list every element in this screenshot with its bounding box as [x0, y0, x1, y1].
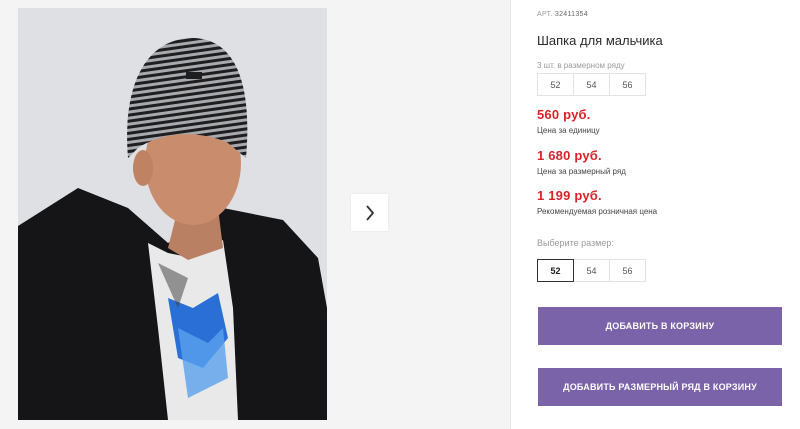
add-size-set-to-cart-button[interactable]: ДОБАВИТЬ РАЗМЕРНЫЙ РЯД В КОРЗИНУ — [538, 368, 782, 406]
next-image-button[interactable] — [351, 194, 388, 231]
product-photo-image — [18, 8, 327, 420]
set-price: 1 680 руб. — [537, 148, 602, 163]
size-option-52[interactable]: 52 — [537, 259, 574, 282]
add-to-cart-button[interactable]: ДОБАВИТЬ В КОРЗИНУ — [538, 307, 782, 345]
chevron-right-icon — [365, 204, 374, 221]
set-size-52: 52 — [537, 73, 574, 96]
retail-price: 1 199 руб. — [537, 188, 602, 203]
unit-price-label: Цена за единицу — [537, 126, 600, 135]
size-selector: 52 54 56 — [537, 259, 646, 282]
divider — [510, 0, 511, 429]
product-gallery — [0, 0, 510, 429]
product-photo — [18, 8, 327, 420]
set-size-56: 56 — [609, 73, 646, 96]
choose-size-label: Выберите размер: — [537, 238, 614, 248]
article-value: 32411354 — [554, 11, 588, 18]
size-option-56[interactable]: 56 — [609, 259, 646, 282]
article-prefix: АРТ. — [537, 11, 553, 18]
article-number: АРТ. 32411354 — [537, 11, 588, 18]
set-sizes: 52 54 56 — [537, 73, 646, 96]
set-price-label: Цена за размерный ряд — [537, 167, 626, 176]
set-note: 3 шт. в размерном ряду — [537, 61, 625, 70]
retail-price-label: Рекомендуемая розничная цена — [537, 207, 658, 216]
set-size-54: 54 — [573, 73, 610, 96]
size-option-54[interactable]: 54 — [573, 259, 610, 282]
unit-price: 560 руб. — [537, 107, 591, 122]
product-title: Шапка для мальчика — [537, 33, 663, 48]
